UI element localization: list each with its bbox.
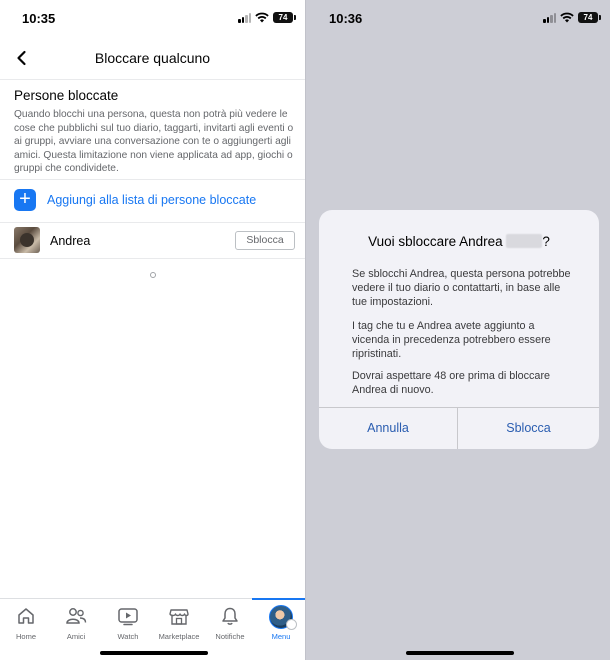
status-time: 10:36 [329,11,363,26]
tab-menu[interactable]: Menu [252,598,310,647]
menu-badge-icon [286,619,297,630]
divider [0,258,305,259]
dialog-paragraph: Se sblocchi Andrea, questa persona potre… [352,268,571,308]
status-icons: 74 [543,12,601,23]
status-time: 10:35 [22,11,56,26]
home-indicator [406,651,514,655]
bell-icon [222,607,238,625]
avatar [14,227,40,253]
battery-icon: 74 [578,12,601,23]
unblock-button[interactable]: Sblocca [235,231,295,250]
friends-icon [66,608,87,624]
wifi-icon [255,12,269,23]
section-title: Persone bloccate [14,88,119,103]
blocked-user-row: Andrea Sblocca [0,223,305,258]
add-blocked-person-row[interactable]: + Aggiungi alla lista di persone bloccat… [0,180,305,222]
add-blocked-person-label: Aggiungi alla lista di persone bloccate [47,193,257,207]
home-icon [18,608,34,624]
status-bar: 10:36 74 [306,0,610,38]
dialog-paragraph: Dovrai aspettare 48 ore prima di bloccar… [352,370,551,396]
left-screen: 10:35 74 Bloccare qualcuno Persone blocc… [0,0,310,660]
dialog-title-text: Vuoi sbloccare Andrea [368,234,503,249]
cancel-button[interactable]: Annulla [319,407,457,449]
page-title: Bloccare qualcuno [94,50,211,66]
dialog-title-suffix: ? [542,234,550,249]
cellular-signal-icon [238,12,251,23]
section-description: Quando blocchi una persona, questa non p… [14,109,294,175]
watch-icon [118,608,138,626]
status-icons: 74 [238,12,296,23]
loading-spinner-icon [150,272,156,278]
wifi-icon [560,12,574,23]
plus-icon: + [14,189,36,211]
status-bar: 10:35 74 [0,0,305,38]
home-indicator [100,651,208,655]
dialog-title: Vuoi sbloccare Andrea ? [319,234,599,249]
unblock-confirm-dialog: Vuoi sbloccare Andrea ? Se sblocchi Andr… [319,210,599,449]
right-screen: 10:36 74 Vuoi sbloccare Andrea ? Se sblo… [305,0,610,660]
battery-icon: 74 [273,12,296,23]
blocked-user-name: Andrea [50,234,91,248]
dialog-paragraph: I tag che tu e Andrea avete aggiunto a v… [352,320,551,360]
confirm-unblock-button[interactable]: Sblocca [458,407,599,449]
marketplace-icon [169,609,189,625]
cellular-signal-icon [543,12,556,23]
page-header: Bloccare qualcuno [0,38,305,80]
redacted-surname [506,234,543,248]
